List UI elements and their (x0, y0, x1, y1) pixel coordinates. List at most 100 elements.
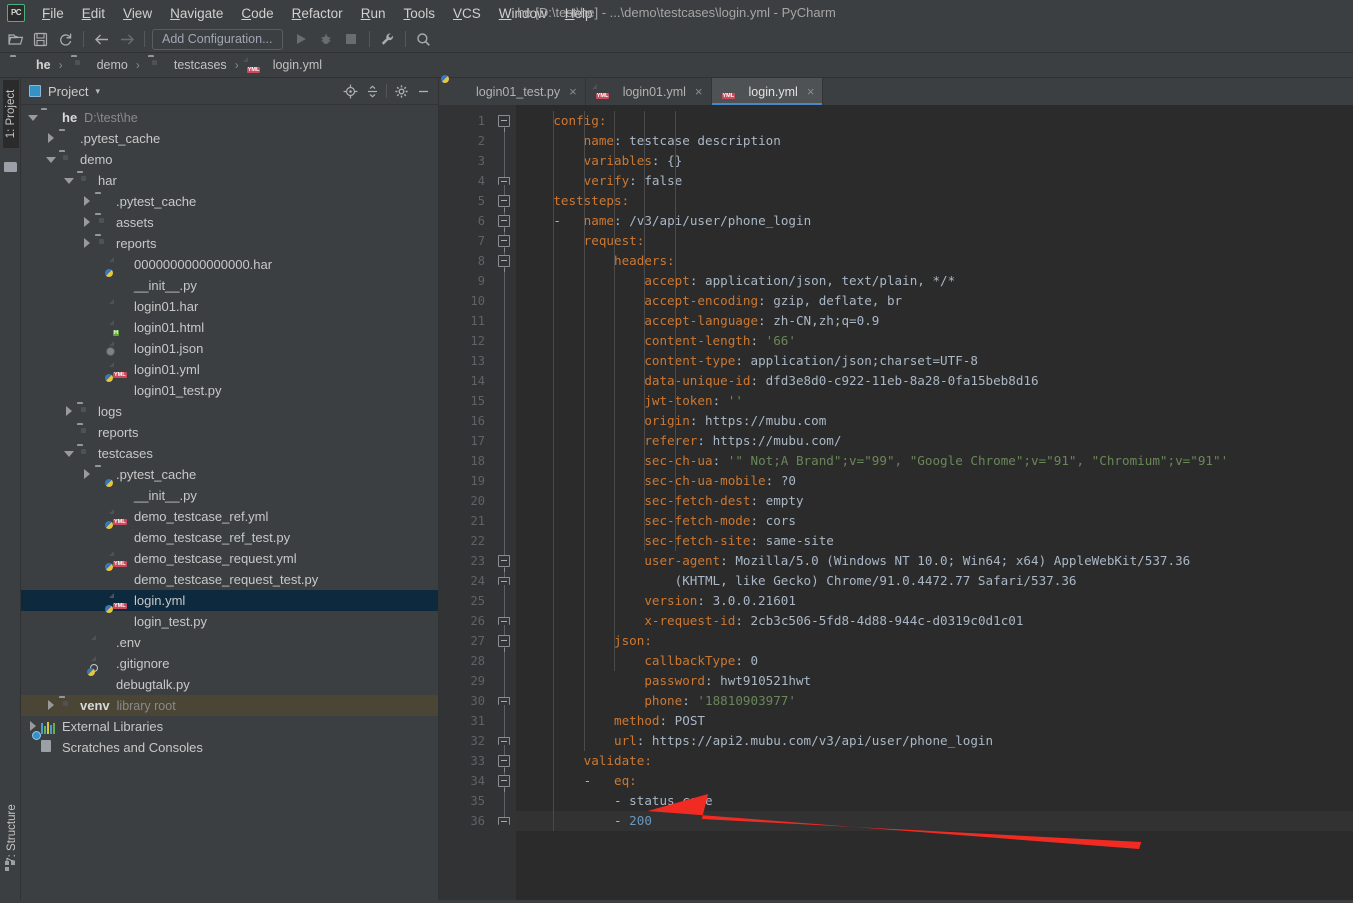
fold-marker[interactable] (494, 811, 516, 831)
chevron-down-icon[interactable] (27, 112, 38, 123)
chevron-right-icon[interactable] (45, 700, 56, 711)
menu-item-code[interactable]: Code (232, 3, 282, 24)
locate-icon[interactable] (339, 80, 361, 102)
breadcrumb-item-he[interactable]: he (8, 57, 53, 73)
code-line[interactable]: sec-ch-ua: '" Not;A Brand";v="99", "Goog… (516, 451, 1353, 471)
gear-icon[interactable] (390, 80, 412, 102)
tree-node[interactable]: __init__.py (21, 268, 438, 296)
fold-toggle-icon[interactable] (498, 235, 510, 252)
code-line[interactable]: headers: (516, 251, 1353, 271)
tree-node[interactable]: Scratches and Consoles (21, 730, 438, 758)
fold-marker[interactable] (494, 631, 516, 652)
tree-node[interactable]: venv library root (21, 695, 438, 716)
menu-item-window[interactable]: Window (490, 3, 556, 24)
rail-tab-project[interactable]: 1: Project (3, 80, 19, 148)
code-line[interactable]: referer: https://mubu.com/ (516, 431, 1353, 451)
code-line[interactable]: - status_code (516, 791, 1353, 811)
tree-node[interactable]: __init__.py (21, 478, 438, 506)
chevron-right-icon[interactable] (45, 133, 56, 144)
code-line[interactable]: accept-encoding: gzip, deflate, br (516, 291, 1353, 311)
debug-icon[interactable] (314, 28, 339, 51)
wrench-icon[interactable] (375, 28, 400, 51)
fold-toggle-icon[interactable] (498, 697, 510, 705)
tree-node-selected[interactable]: YML login.yml (21, 590, 438, 611)
fold-marker[interactable] (494, 191, 516, 212)
chevron-right-icon[interactable] (81, 196, 92, 207)
fold-toggle-icon[interactable] (498, 817, 510, 825)
code-line[interactable]: - eq: (516, 771, 1353, 791)
project-tree[interactable]: he D:\test\he .pytest_cache demo har .pytest_… (21, 105, 438, 900)
tree-node[interactable]: login01.har (21, 296, 438, 317)
fold-marker[interactable] (494, 111, 516, 132)
fold-toggle-icon[interactable] (498, 215, 510, 232)
code-line[interactable]: teststeps: (516, 191, 1353, 211)
code-line[interactable]: version: 3.0.0.21601 (516, 591, 1353, 611)
forward-arrow-icon[interactable] (114, 28, 139, 51)
tree-node[interactable]: 0000000000000000.har (21, 254, 438, 275)
fold-marker[interactable] (494, 251, 516, 272)
tree-node[interactable]: login01.json (21, 338, 438, 359)
code-line[interactable]: x-request-id: 2cb3c506-5fd8-4d88-944c-d0… (516, 611, 1353, 631)
code-line[interactable]: sec-fetch-mode: cors (516, 511, 1353, 531)
collapse-all-icon[interactable] (361, 80, 383, 102)
tree-node[interactable]: demo_testcase_request_test.py (21, 562, 438, 590)
chevron-right-icon[interactable] (81, 217, 92, 228)
sync-icon[interactable] (53, 28, 78, 51)
code-line[interactable]: (KHTML, like Gecko) Chrome/91.0.4472.77 … (516, 571, 1353, 591)
run-icon[interactable] (289, 28, 314, 51)
code-line[interactable]: url: https://api2.mubu.com/v3/api/user/p… (516, 731, 1353, 751)
code-line[interactable]: content-type: application/json;charset=U… (516, 351, 1353, 371)
code-line[interactable]: json: (516, 631, 1353, 651)
code-line[interactable]: verify: false (516, 171, 1353, 191)
code-line[interactable]: - 200 (516, 811, 1353, 831)
fold-toggle-icon[interactable] (498, 177, 510, 185)
tree-node[interactable]: External Libraries (21, 716, 438, 737)
code-folding-gutter[interactable] (494, 105, 516, 900)
code-line[interactable]: user-agent: Mozilla/5.0 (Windows NT 10.0… (516, 551, 1353, 571)
code-line[interactable]: content-length: '66' (516, 331, 1353, 351)
code-line[interactable]: accept: application/json, text/plain, */… (516, 271, 1353, 291)
fold-toggle-icon[interactable] (498, 577, 510, 585)
fold-toggle-icon[interactable] (498, 255, 510, 272)
code-line[interactable]: callbackType: 0 (516, 651, 1353, 671)
tree-node[interactable]: .env (21, 632, 438, 653)
editor-tab-login01-test-py[interactable]: login01_test.py × (439, 74, 586, 105)
close-icon[interactable]: × (569, 84, 577, 99)
breadcrumb-item-login-yml[interactable]: YML login.yml (245, 57, 324, 73)
fold-marker[interactable] (494, 171, 516, 191)
menu-item-edit[interactable]: Edit (73, 3, 114, 24)
code-line[interactable]: config: (516, 111, 1353, 131)
search-icon[interactable] (411, 28, 436, 51)
code-line[interactable]: data-unique-id: dfd3e8d0-c922-11eb-8a28-… (516, 371, 1353, 391)
menu-item-help[interactable]: Help (556, 3, 602, 24)
fold-toggle-icon[interactable] (498, 775, 510, 792)
close-icon[interactable]: × (807, 84, 815, 99)
chevron-down-icon[interactable] (63, 175, 74, 186)
menu-item-view[interactable]: View (114, 3, 161, 24)
fold-toggle-icon[interactable] (498, 755, 510, 772)
fold-marker[interactable] (494, 771, 516, 792)
fold-toggle-icon[interactable] (498, 555, 510, 572)
code-line[interactable]: variables: {} (516, 151, 1353, 171)
code-line[interactable]: phone: '18810903977' (516, 691, 1353, 711)
breadcrumb-item-testcases[interactable]: testcases (146, 57, 229, 73)
tree-node[interactable]: demo (21, 149, 438, 170)
tree-node[interactable]: reports (21, 422, 438, 443)
menu-item-tools[interactable]: Tools (394, 3, 444, 24)
code-line[interactable]: password: hwt910521hwt (516, 671, 1353, 691)
open-folder-icon[interactable] (3, 28, 28, 51)
tree-node[interactable]: assets (21, 212, 438, 233)
chevron-down-icon[interactable] (63, 448, 74, 459)
fold-marker[interactable] (494, 211, 516, 232)
save-icon[interactable] (28, 28, 53, 51)
tree-node[interactable]: he D:\test\he (21, 107, 438, 128)
menu-item-refactor[interactable]: Refactor (283, 3, 352, 24)
fold-toggle-icon[interactable] (498, 737, 510, 745)
chevron-down-icon[interactable]: ▾ (95, 86, 100, 97)
menu-item-vcs[interactable]: VCS (444, 3, 490, 24)
fold-marker[interactable] (494, 611, 516, 631)
fold-toggle-icon[interactable] (498, 617, 510, 625)
tree-node[interactable]: logs (21, 401, 438, 422)
code-line[interactable]: - name: /v3/api/user/phone_login (516, 211, 1353, 231)
code-line[interactable]: accept-language: zh-CN,zh;q=0.9 (516, 311, 1353, 331)
